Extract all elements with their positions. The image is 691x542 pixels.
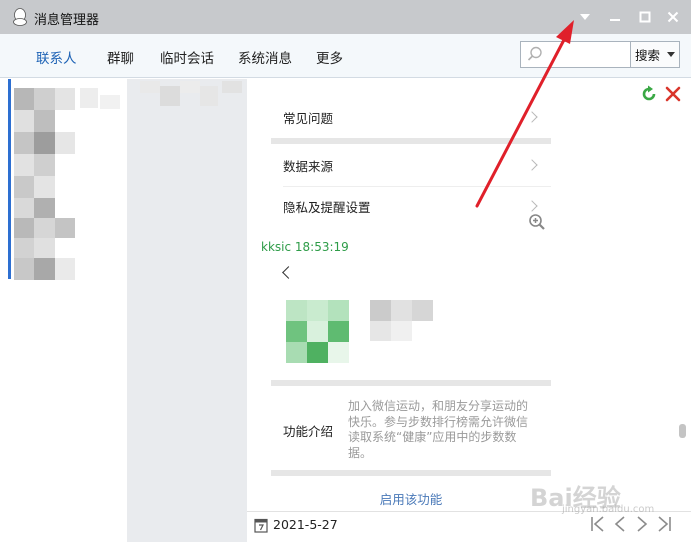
tab-more[interactable]: 更多 <box>316 47 343 67</box>
search-button-label: 搜索 <box>635 48 661 63</box>
chevron-right-icon <box>526 159 538 171</box>
message-sender-time: kksic 18:53:19 <box>261 240 349 254</box>
enable-feature-button[interactable]: 启用该功能 <box>271 489 551 508</box>
chevron-down-icon <box>667 52 675 57</box>
tab-contacts[interactable]: 联系人 <box>36 47 77 67</box>
menu-item-data-source[interactable]: 数据来源 <box>283 145 548 185</box>
feature-label: 功能介绍 <box>283 424 334 439</box>
scrollbar-track[interactable] <box>676 110 686 505</box>
calendar-icon[interactable] <box>254 517 268 533</box>
tab-group-chat[interactable]: 群聊 <box>107 47 134 67</box>
window-title: 消息管理器 <box>34 13 100 28</box>
penguin-icon <box>13 8 27 26</box>
triangle-down-icon <box>580 14 590 20</box>
maximize-icon <box>639 11 651 23</box>
nav-bar: 联系人 群聊 临时会话 系统消息 更多 搜索 <box>0 34 691 78</box>
menu-item-faq[interactable]: 常见问题 <box>283 97 548 137</box>
session-list[interactable] <box>127 79 247 542</box>
menu-item-privacy[interactable]: 隐私及提醒设置 <box>283 186 548 226</box>
title-bar: 消息管理器 <box>0 0 691 34</box>
next-page-icon[interactable] <box>635 515 649 533</box>
scrollbar-thumb[interactable] <box>679 424 686 438</box>
chevron-right-icon <box>526 200 538 212</box>
watermark-url: jingyan.baidu.com <box>562 504 655 515</box>
contact-selection-bar <box>8 79 11 279</box>
chevron-right-icon <box>526 111 538 123</box>
zoom-in-icon[interactable] <box>528 213 546 231</box>
close-button[interactable] <box>662 6 684 28</box>
message-date: 2021-5-27 <box>273 517 338 532</box>
minimize-icon <box>610 19 620 21</box>
refresh-icon[interactable] <box>640 85 658 103</box>
tab-temp-session[interactable]: 临时会话 <box>160 47 214 67</box>
delete-icon[interactable] <box>664 85 682 103</box>
search-icon <box>527 46 542 61</box>
menu-item-label: 隐私及提醒设置 <box>283 199 371 215</box>
divider <box>271 380 551 386</box>
divider <box>271 138 551 144</box>
search-box: 搜索 <box>520 41 680 68</box>
close-icon <box>667 11 679 23</box>
search-input[interactable] <box>547 44 627 64</box>
feature-description: 加入微信运动，和朋友分享运动的快乐。参与步数排行榜需允许微信读取系统“健康”应用… <box>348 399 529 460</box>
search-button[interactable]: 搜索 <box>630 42 679 67</box>
prev-page-icon[interactable] <box>613 515 627 533</box>
menu-item-label: 常见问题 <box>283 110 334 126</box>
maximize-button[interactable] <box>634 6 656 28</box>
menu-item-label: 数据来源 <box>283 158 334 174</box>
tab-system-messages[interactable]: 系统消息 <box>238 47 292 67</box>
dropdown-button[interactable] <box>574 6 596 28</box>
last-page-icon[interactable] <box>656 515 672 533</box>
minimize-button[interactable] <box>604 6 626 28</box>
first-page-icon[interactable] <box>590 515 606 533</box>
divider <box>271 470 551 476</box>
